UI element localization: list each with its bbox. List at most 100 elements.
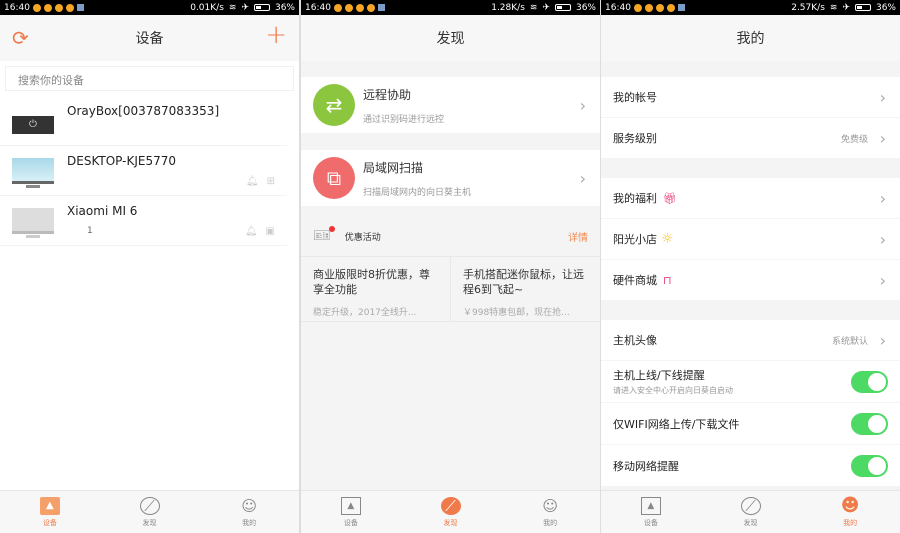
clock: 16:40 xyxy=(4,2,30,13)
page-title: 设备 xyxy=(135,31,164,47)
promo-header: 🎫︎ 优惠活动 详情 xyxy=(301,216,600,256)
refresh-icon[interactable]: ⟳ xyxy=(12,27,29,49)
header: 我的 xyxy=(601,15,900,61)
net-speed: 0.01K/s xyxy=(190,2,224,13)
wifi-icon: ≋ xyxy=(829,2,838,13)
device-item[interactable]: DESKTOP-KJE5770 🔔︎ ⊞ xyxy=(0,146,287,196)
service-level-row[interactable]: 服务级别 免费级 › xyxy=(601,118,900,159)
page-title: 我的 xyxy=(736,31,765,47)
online-alert-row: 主机上线/下线提醒 请进入安全中心开启向日葵自启动 xyxy=(601,361,900,403)
tab-devices[interactable]: ▲ 设备 xyxy=(601,491,701,533)
compass-icon: ⟋ xyxy=(139,496,160,515)
bottom-nav: ▲ 设备 ⟋ 发现 ☺ 我的 xyxy=(0,490,299,533)
remote-assist-card[interactable]: ⇄ 远程协助通过识别码进行远控 › xyxy=(301,77,600,133)
chevron-right-icon: › xyxy=(879,330,886,350)
header: ⟳ 设备 + xyxy=(0,15,299,61)
user-icon: ☻ xyxy=(840,495,860,516)
tab-devices[interactable]: ▲ 设备 xyxy=(301,491,401,533)
ticket-icon: 🎫︎ xyxy=(313,226,335,244)
device-item[interactable]: ⏻ OrayBox[003787083353] xyxy=(0,96,287,146)
sun-icon: ☼ xyxy=(661,231,674,247)
my-account-row[interactable]: 我的帐号 › xyxy=(601,77,900,118)
me-screen: 16:40 2.57K/s ≋ ✈ 36% 我的 我的帐号 › 服务级别 免费级 › 我的福利… xyxy=(601,0,900,533)
bottom-nav: ▲ 设备 ⟋ 发现 ☻ 我的 xyxy=(601,490,900,533)
lan-scan-card[interactable]: ⧉ 局域网扫描扫描局域网内的向日葵主机 › xyxy=(301,150,600,206)
net-speed: 1.28K/s xyxy=(491,2,525,13)
device-sub: 1 xyxy=(87,226,93,236)
tab-discover[interactable]: ⟋ 发现 xyxy=(401,491,501,533)
bottom-nav: ▲ 设备 ⟋ 发现 ☺ 我的 xyxy=(301,490,600,533)
battery-icon xyxy=(253,4,270,11)
page-title: 发现 xyxy=(436,31,465,47)
wifi-only-row: 仅WIFI网络上传/下载文件 xyxy=(601,403,900,445)
tab-me[interactable]: ☺ 我的 xyxy=(500,491,600,533)
promo-details-link[interactable]: 详情 xyxy=(568,229,588,244)
host-avatar-row[interactable]: 主机头像 系统默认 › xyxy=(601,320,900,361)
tab-discover[interactable]: ⟋ 发现 xyxy=(701,491,801,533)
tab-me[interactable]: ☺ 我的 xyxy=(199,491,299,533)
welfare-row[interactable]: 我的福利 🎁︎ › xyxy=(601,178,900,219)
service-level-value: 免费级 xyxy=(840,134,868,145)
card-subtitle: 通过识别码进行远控 xyxy=(363,114,445,125)
shopping-bag-icon: ⊓ xyxy=(663,273,672,287)
android-icon: ▣ xyxy=(265,226,275,237)
tab-me[interactable]: ☻ 我的 xyxy=(800,491,900,533)
wifi-only-toggle[interactable] xyxy=(851,412,888,435)
tab-devices[interactable]: ▲ 设备 xyxy=(0,491,100,533)
windows-icon: ⊞ xyxy=(266,176,275,187)
battery-icon xyxy=(554,4,571,11)
chevron-right-icon: › xyxy=(879,188,886,208)
wifi-icon: ≋ xyxy=(228,2,237,13)
chevron-right-icon: › xyxy=(879,128,886,148)
promo-item[interactable]: 商业版限时8折优惠，尊享全功能 稳定升级，2017全线升... xyxy=(301,257,450,321)
net-speed: 2.57K/s xyxy=(791,2,825,13)
user-icon: ☺ xyxy=(241,496,257,515)
tab-discover[interactable]: ⟋ 发现 xyxy=(100,491,200,533)
chevron-right-icon: › xyxy=(879,229,886,249)
battery-icon xyxy=(854,4,871,11)
chevron-right-icon: › xyxy=(579,95,586,115)
image-icon: ▲ xyxy=(640,496,661,515)
power-device-icon: ⏻ xyxy=(12,108,54,140)
sunshine-shop-row[interactable]: 阳光小店 ☼ › xyxy=(601,219,900,260)
status-bar: 16:40 0.01K/s ≋ ✈ 36% xyxy=(0,0,299,15)
gift-icon: 🎁︎ xyxy=(663,191,677,205)
battery-level: 36% xyxy=(575,2,596,13)
status-bar: 16:40 2.57K/s ≋ ✈ 36% xyxy=(601,0,900,15)
device-item[interactable]: Xiaomi MI 6 1 🔔︎ ▣ xyxy=(0,196,287,246)
desktop-monitor-icon xyxy=(12,158,54,190)
airplane-icon: ✈ xyxy=(241,2,249,13)
status-bar: 16:40 1.28K/s ≋ ✈ 36% xyxy=(301,0,600,15)
bell-icon[interactable]: 🔔︎ xyxy=(245,226,258,237)
battery-level: 36% xyxy=(274,2,295,13)
wifi-icon: ≋ xyxy=(529,2,538,13)
arrows-icon: ⇄ xyxy=(313,84,355,126)
discover-screen: 16:40 1.28K/s ≋ ✈ 36% 发现 ⇄ 远程协助 通过识别码进行远控 › ⧉… xyxy=(301,0,600,533)
compass-icon: ⟋ xyxy=(740,496,761,515)
scan-icon: ⧉ xyxy=(313,157,355,199)
add-icon[interactable]: + xyxy=(265,22,287,48)
clock: 16:40 xyxy=(605,2,631,13)
chevron-right-icon: › xyxy=(579,168,586,188)
device-name: OrayBox[003787083353] xyxy=(67,104,220,118)
search-input[interactable]: 搜索你的设备 xyxy=(5,66,294,91)
mobile-alert-row: 移动网络提醒 xyxy=(601,445,900,487)
header: 发现 xyxy=(301,15,600,61)
host-avatar-value: 系统默认 xyxy=(831,336,868,347)
promo-label: 优惠活动 xyxy=(344,232,381,243)
image-icon: ▲ xyxy=(39,496,60,515)
devices-screen: 16:40 0.01K/s ≋ ✈ 36% ⟳ 设备 + 搜索你的设备 ⏻ OrayBo… xyxy=(0,0,299,533)
clock: 16:40 xyxy=(305,2,331,13)
bell-icon[interactable]: 🔔︎ xyxy=(246,176,259,187)
card-title: 远程协助 xyxy=(363,87,412,102)
chevron-right-icon: › xyxy=(879,87,886,107)
device-name: DESKTOP-KJE5770 xyxy=(67,154,176,168)
hardware-mall-row[interactable]: 硬件商城 ⊓ › xyxy=(601,260,900,301)
online-alert-toggle[interactable] xyxy=(851,370,888,393)
device-name: Xiaomi MI 6 xyxy=(67,204,138,218)
promo-item[interactable]: 手机搭配迷你鼠标，让远程6到飞起~ ￥998特惠包邮，现在抢... xyxy=(450,257,600,321)
card-subtitle: 扫描局域网内的向日葵主机 xyxy=(363,187,472,198)
card-title: 局域网扫描 xyxy=(363,160,424,175)
airplane-icon: ✈ xyxy=(842,2,850,13)
mobile-alert-toggle[interactable] xyxy=(851,454,888,477)
